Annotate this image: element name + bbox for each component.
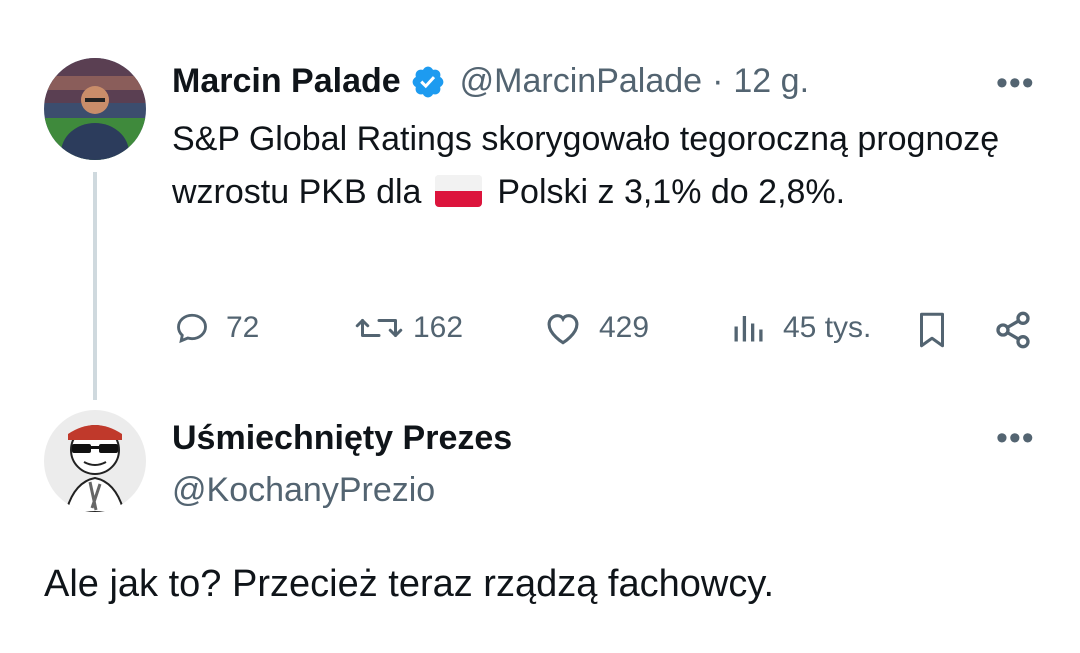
views-count: 45 tys. (783, 311, 872, 344)
like-count: 429 (599, 311, 650, 344)
reply-text: Ale jak to? Przecież teraz rządzą fachow… (44, 563, 775, 605)
bookmark-icon (920, 312, 944, 348)
time-separator: · (712, 62, 724, 100)
retweet-button[interactable]: 162 (355, 310, 463, 346)
like-button[interactable]: 429 (543, 310, 649, 346)
bookmark-button[interactable] (914, 310, 950, 350)
heart-icon (547, 314, 579, 345)
tweet-timestamp[interactable]: 12 g. (733, 62, 809, 101)
author-name[interactable]: Marcin Palade (172, 62, 401, 101)
tweet-text-part2: Polski z 3,1% do 2,8%. (497, 173, 846, 211)
views-chart-icon (734, 316, 763, 342)
verified-badge-icon (410, 64, 446, 100)
tweet-text: S&P Global Ratings skorygowało tegoroczn… (172, 113, 1032, 219)
retweet-count: 162 (413, 311, 464, 344)
reply-more-options-icon[interactable]: ••• (996, 419, 1035, 458)
reply-count: 72 (226, 311, 260, 344)
reply-author-name[interactable]: Uśmiechnięty Prezes (172, 419, 512, 458)
reply-button[interactable]: 72 (174, 310, 259, 346)
retweet-icon (355, 319, 403, 337)
thread-line (93, 172, 97, 400)
reply-author-handle[interactable]: @KochanyPrezio (172, 471, 435, 510)
share-button[interactable] (993, 310, 1033, 350)
reply-icon (177, 313, 207, 344)
author-handle[interactable]: @MarcinPalade (460, 62, 702, 101)
share-icon (996, 311, 1030, 349)
more-options-icon[interactable]: ••• (996, 64, 1035, 103)
reply-author-avatar[interactable] (44, 410, 146, 512)
poland-flag-icon (434, 175, 482, 207)
views-button[interactable]: 45 tys. (730, 310, 871, 346)
author-avatar[interactable] (44, 58, 146, 160)
tweet-header: Marcin Palade @MarcinPalade · 12 g. (172, 62, 809, 101)
